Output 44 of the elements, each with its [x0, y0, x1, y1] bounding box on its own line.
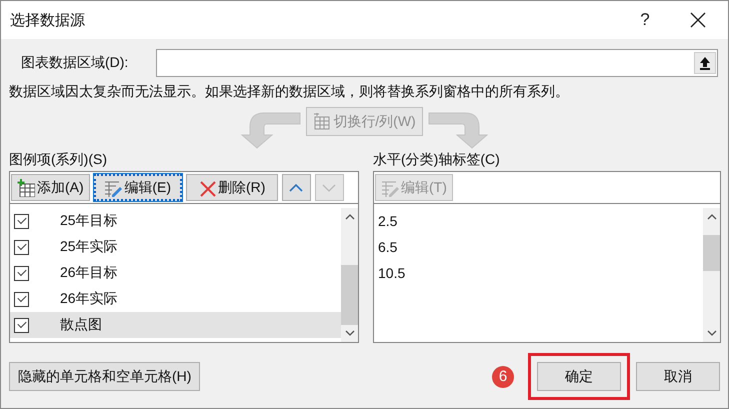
x-icon — [198, 178, 216, 196]
chevron-down-icon — [706, 330, 716, 336]
edit-button[interactable]: 编辑(E) — [94, 174, 182, 201]
chevron-up-icon — [344, 214, 354, 220]
checkbox[interactable] — [14, 292, 29, 306]
axis-label-item[interactable]: 2.5 — [374, 208, 703, 234]
series-item[interactable]: 26年目标 — [10, 260, 341, 286]
section-label: 图例项(系列)(S) — [9, 151, 108, 169]
table-swap-icon — [313, 112, 332, 130]
checkbox[interactable] — [14, 318, 29, 332]
step-badge: 6 — [492, 366, 514, 388]
upload-arrow-icon — [699, 56, 711, 70]
checkbox[interactable] — [14, 214, 29, 228]
table-pencil-icon — [104, 178, 122, 196]
scrollbar[interactable] — [341, 208, 358, 342]
table-plus-icon — [17, 178, 35, 196]
axis-label-item[interactable]: 10.5 — [374, 260, 703, 286]
help-button[interactable]: ? — [622, 1, 668, 39]
close-icon — [690, 12, 706, 28]
axis-label-item[interactable]: 6.5 — [374, 234, 703, 260]
series-item[interactable]: 25年目标 — [10, 208, 341, 234]
checkbox[interactable] — [14, 266, 29, 280]
series-item[interactable]: 26年实际 — [10, 286, 341, 312]
chevron-down-icon — [344, 330, 354, 336]
series-item[interactable]: 散点图 — [10, 312, 341, 338]
cancel-button[interactable]: 取消 — [636, 362, 720, 391]
scrollbar[interactable] — [703, 208, 720, 342]
up-button[interactable] — [282, 174, 311, 201]
scrollbar-thumb[interactable] — [703, 235, 720, 271]
checkbox[interactable] — [14, 240, 29, 254]
ok-button[interactable]: 确定 — [537, 362, 621, 391]
chevron-up-icon — [706, 214, 716, 220]
table-pencil-icon — [381, 178, 399, 196]
field-label: 图表数据区域(D): — [20, 54, 130, 72]
range-input-field[interactable] — [156, 49, 718, 77]
scrollbar-thumb[interactable] — [341, 265, 358, 325]
section-label: 水平(分类)轴标签(C) — [373, 151, 501, 169]
info-message: 数据区域因太复杂而无法显示。如果选择新的数据区域，则将替换系列窗格中的所有系列。 — [9, 83, 570, 101]
hidden-cells-button[interactable]: 隐藏的单元格和空单元格(H) — [9, 362, 200, 391]
add-button[interactable]: 添加(A) — [11, 174, 90, 201]
series-item[interactable]: 25年实际 — [10, 234, 341, 260]
window-title: 选择数据源 — [10, 10, 85, 30]
remove-button[interactable]: 删除(R) — [186, 174, 278, 201]
collapse-button[interactable] — [694, 52, 716, 74]
